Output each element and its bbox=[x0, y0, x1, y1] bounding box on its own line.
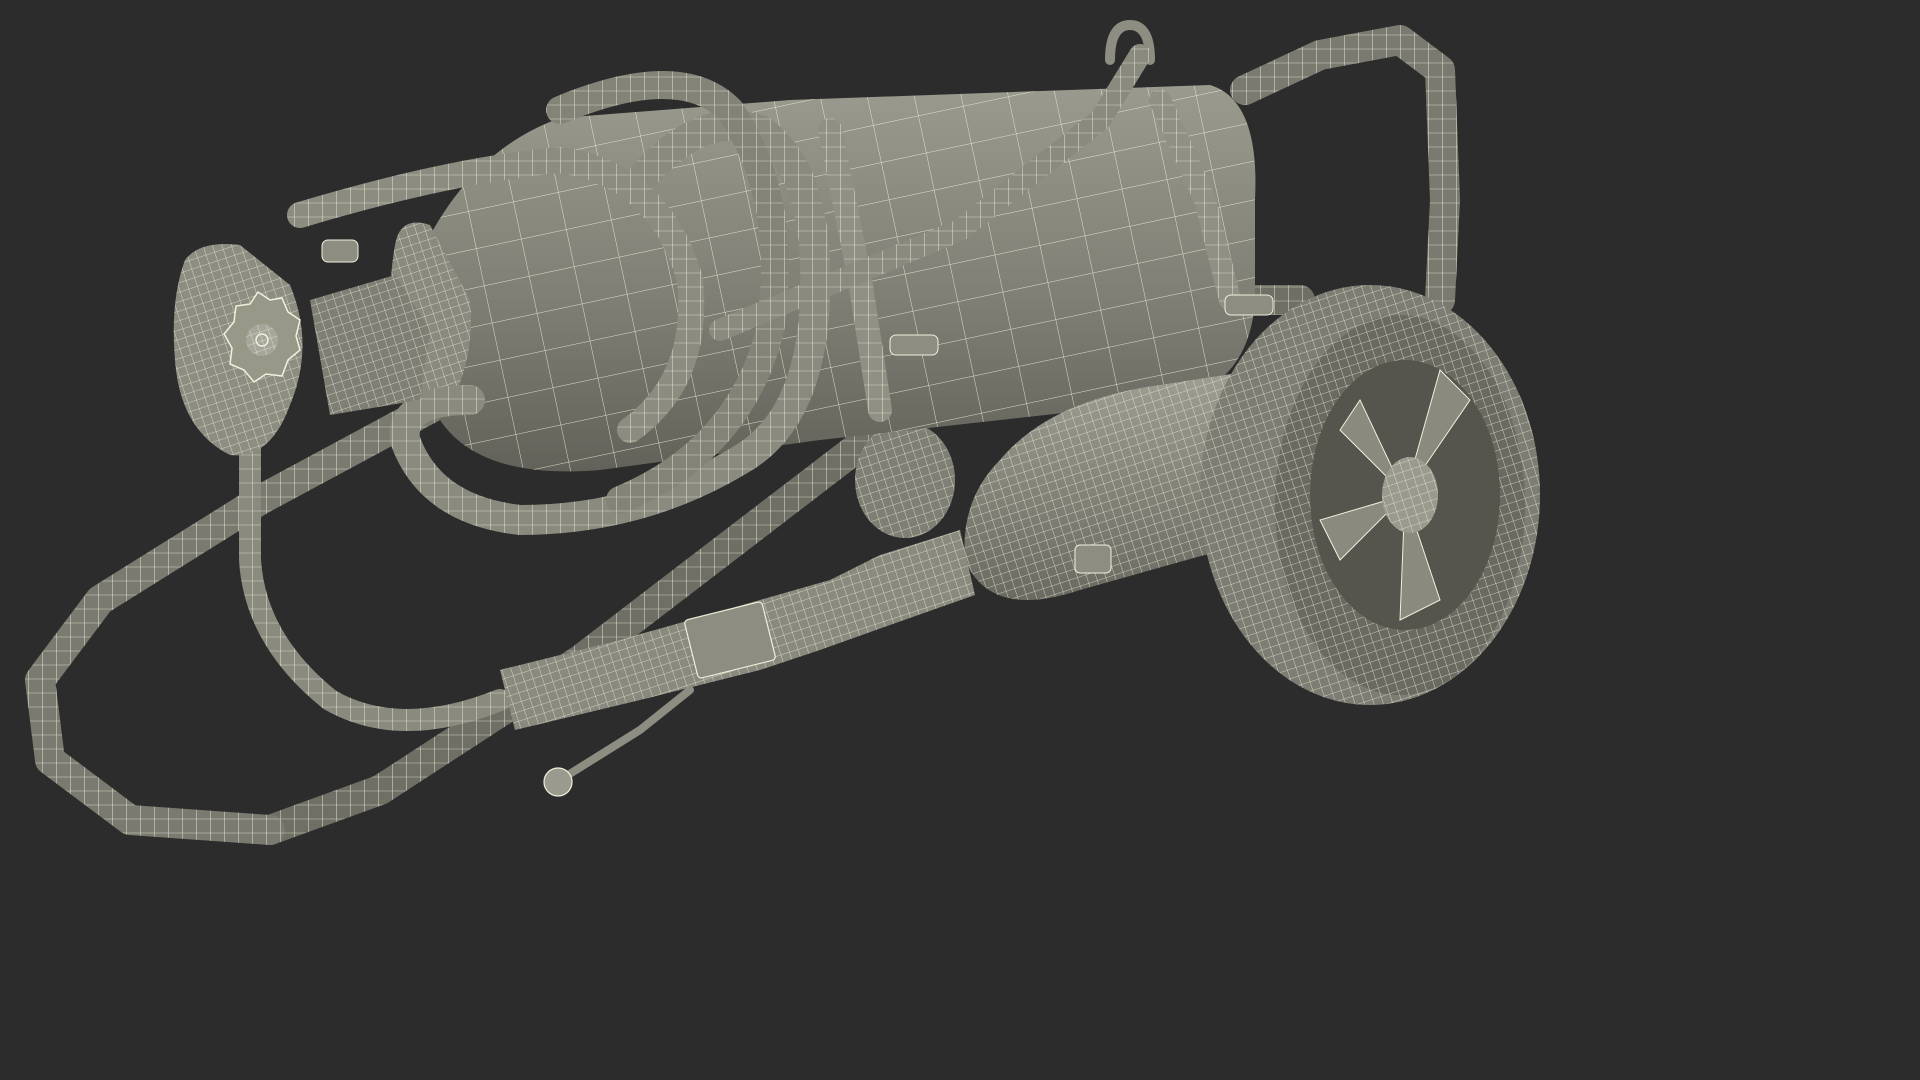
spray-nozzle bbox=[500, 530, 975, 797]
wireframe-render bbox=[25, 20, 1540, 845]
wheel-rear bbox=[855, 422, 955, 538]
wheel-front bbox=[1200, 285, 1540, 705]
